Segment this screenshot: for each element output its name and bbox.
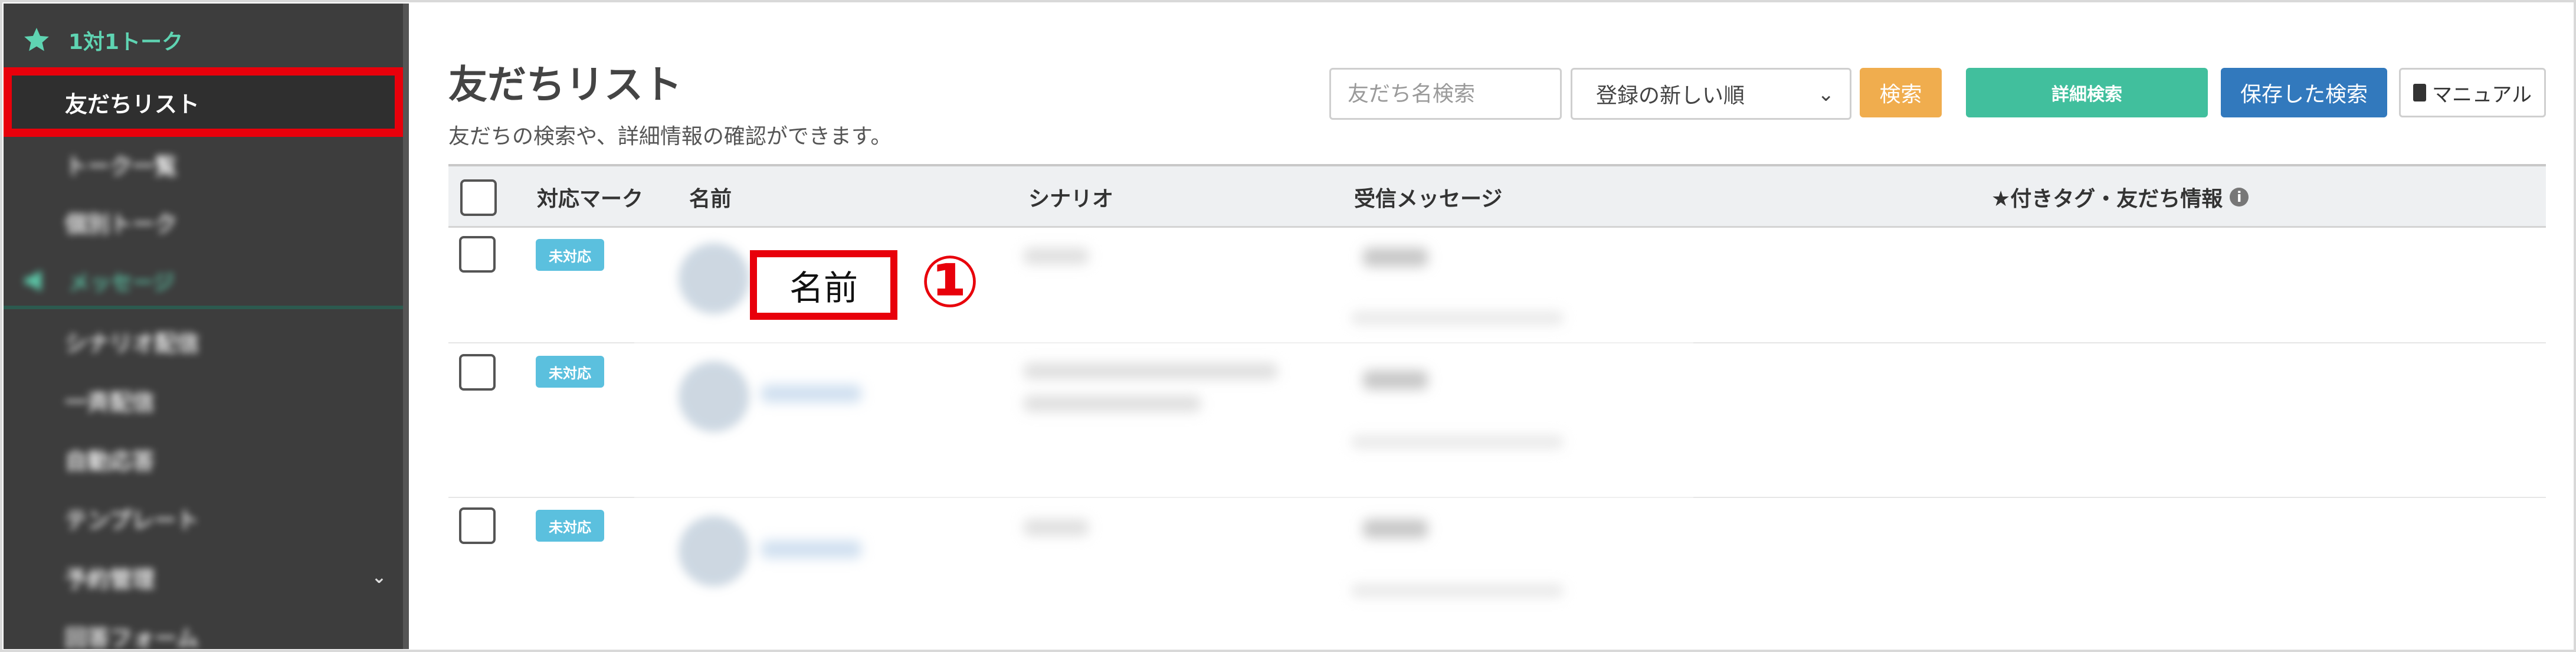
sidebar-item-label: 個別トーク bbox=[65, 211, 178, 237]
row-checkbox[interactable] bbox=[459, 354, 496, 391]
sidebar-item-friend-list[interactable]: 友だちリスト bbox=[4, 73, 403, 132]
sidebar: 1対1トーク 友だちリスト トーク一覧 個別トーク メッセージ シナリオ配信 一… bbox=[4, 4, 403, 649]
detail-search-button[interactable]: 詳細検索 bbox=[1966, 68, 2208, 117]
table-header: 対応マーク 名前 シナリオ 受信メッセージ ★付きタグ・友だち情報 i bbox=[448, 164, 2546, 228]
sidebar-item-label: トーク一覧 bbox=[65, 153, 178, 179]
page-subtitle: 友だちの検索や、詳細情報の確認ができます。 bbox=[448, 124, 892, 149]
status-badge[interactable]: 未対応 bbox=[536, 356, 604, 388]
sidebar-item-label: 一斉配信 bbox=[65, 389, 155, 415]
sidebar-divider bbox=[4, 306, 403, 309]
sidebar-item-reservation[interactable]: 予約管理 ⌄ bbox=[4, 548, 403, 607]
sidebar-item-label: 予約管理 bbox=[65, 566, 155, 592]
row-checkbox[interactable] bbox=[459, 507, 496, 544]
sidebar-section-message[interactable]: メッセージ bbox=[4, 251, 403, 310]
annotation-number: ① bbox=[920, 241, 980, 323]
sidebar-scrollbar[interactable] bbox=[403, 4, 409, 649]
megaphone-icon bbox=[20, 264, 53, 297]
search-button[interactable]: 検索 bbox=[1860, 68, 1942, 117]
saved-search-button[interactable]: 保存した検索 bbox=[2221, 68, 2387, 117]
sidebar-item-template[interactable]: テンプレート bbox=[4, 489, 403, 548]
friend-name-search-input[interactable] bbox=[1329, 68, 1562, 120]
chevron-down-icon: ⌄ bbox=[1817, 83, 1835, 106]
sidebar-item-broadcast[interactable]: 一斉配信 bbox=[4, 371, 403, 430]
manual-button[interactable]: マニュアル bbox=[2399, 68, 2546, 117]
column-header-status-mark[interactable]: 対応マーク bbox=[537, 166, 643, 228]
sidebar-item-individual-talk[interactable]: 個別トーク bbox=[4, 192, 403, 251]
column-header-tags-info[interactable]: ★付きタグ・友だち情報 i bbox=[1991, 166, 2249, 228]
sort-order-select[interactable]: 登録の新しい順 ⌄ bbox=[1571, 68, 1851, 120]
sidebar-item-scenario[interactable]: シナリオ配信 bbox=[4, 312, 403, 371]
manual-button-label: マニュアル bbox=[2432, 83, 2532, 107]
sidebar-item-label: 友だちリスト bbox=[65, 91, 200, 117]
book-icon bbox=[2413, 84, 2426, 101]
sidebar-section-label: 1対1トーク bbox=[68, 30, 183, 54]
page-title: 友だちリスト bbox=[448, 62, 682, 107]
info-icon[interactable]: i bbox=[2230, 188, 2249, 207]
star-icon bbox=[20, 24, 53, 57]
select-all-checkbox[interactable] bbox=[460, 179, 497, 216]
row-checkbox[interactable] bbox=[459, 236, 496, 273]
status-badge[interactable]: 未対応 bbox=[536, 239, 604, 271]
sidebar-item-label: 自動応答 bbox=[65, 448, 155, 474]
sidebar-item-label: シナリオ配信 bbox=[65, 330, 200, 356]
sidebar-item-answer-form[interactable]: 回答フォーム bbox=[4, 607, 403, 650]
sidebar-item-label: テンプレート bbox=[65, 507, 199, 533]
sidebar-section-one-to-one-talk[interactable]: 1対1トーク bbox=[4, 11, 403, 70]
sidebar-item-label: 回答フォーム bbox=[65, 625, 199, 650]
sort-order-value: 登録の新しい順 bbox=[1596, 84, 1745, 108]
column-header-name[interactable]: 名前 bbox=[689, 166, 732, 228]
annotation-callout-box: 名前 bbox=[750, 250, 897, 320]
status-badge[interactable]: 未対応 bbox=[536, 510, 604, 542]
sidebar-section-label: メッセージ bbox=[68, 271, 175, 295]
column-header-scenario[interactable]: シナリオ bbox=[1028, 166, 1113, 228]
column-header-received-message[interactable]: 受信メッセージ bbox=[1354, 166, 1502, 228]
chevron-down-icon[interactable]: ⌄ bbox=[372, 567, 386, 588]
sidebar-item-talk-list[interactable]: トーク一覧 bbox=[4, 135, 403, 194]
sidebar-item-auto-reply[interactable]: 自動応答 bbox=[4, 430, 403, 489]
column-header-label: ★付きタグ・友だち情報 bbox=[1991, 187, 2223, 211]
